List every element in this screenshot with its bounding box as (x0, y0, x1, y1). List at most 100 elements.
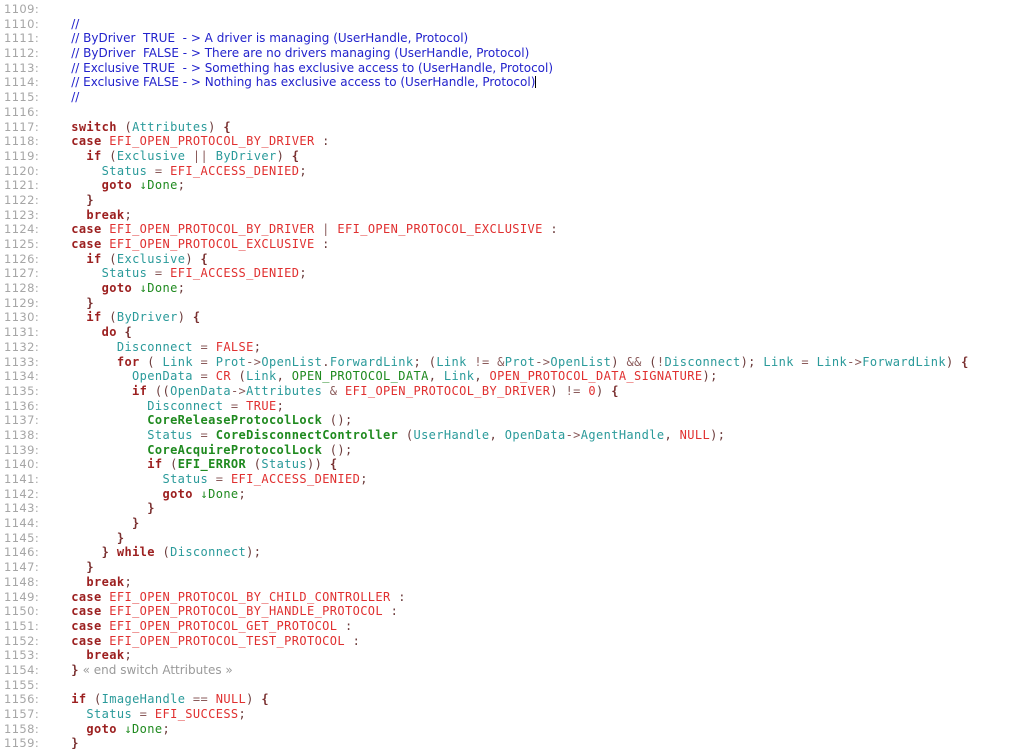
code-line-content[interactable]: } (56, 736, 1032, 751)
code-line[interactable]: 1149: case EFI_OPEN_PROTOCOL_BY_CHILD_CO… (0, 590, 1032, 605)
code-line[interactable]: 1122: } (0, 193, 1032, 208)
code-line-content[interactable]: case EFI_OPEN_PROTOCOL_EXCLUSIVE : (56, 237, 1032, 252)
code-line[interactable]: 1123: break; (0, 208, 1032, 223)
code-line-content[interactable]: if (Exclusive) { (56, 252, 1032, 267)
code-line[interactable]: 1112: // ByDriver FALSE - > There are no… (0, 46, 1032, 61)
code-line-content[interactable]: Status = EFI_SUCCESS; (56, 707, 1032, 722)
code-line[interactable]: 1153: break; (0, 648, 1032, 663)
code-line-content[interactable]: } (56, 560, 1032, 575)
code-line-content[interactable]: if (ImageHandle == NULL) { (56, 692, 1032, 707)
code-line[interactable]: 1110: // (0, 17, 1032, 32)
code-line-content[interactable]: } (56, 531, 1032, 546)
code-line[interactable]: 1147: } (0, 560, 1032, 575)
code-line[interactable]: 1142: goto ↓Done; (0, 487, 1032, 502)
code-line[interactable]: 1113: // Exclusive TRUE - > Something ha… (0, 61, 1032, 76)
code-line-content[interactable]: do { (56, 325, 1032, 340)
code-line-content[interactable]: if ((OpenData->Attributes & EFI_OPEN_PRO… (56, 384, 1032, 399)
code-line[interactable]: 1111: // ByDriver TRUE - > A driver is m… (0, 31, 1032, 46)
code-line[interactable]: 1121: goto ↓Done; (0, 178, 1032, 193)
code-line[interactable]: 1157: Status = EFI_SUCCESS; (0, 707, 1032, 722)
code-line-content[interactable]: goto ↓Done; (56, 487, 1032, 502)
code-line-content[interactable]: case EFI_OPEN_PROTOCOL_TEST_PROTOCOL : (56, 634, 1032, 649)
code-line[interactable]: 1159: } (0, 736, 1032, 751)
code-line-content[interactable]: } while (Disconnect); (56, 545, 1032, 560)
code-line[interactable]: 1119: if (Exclusive || ByDriver) { (0, 149, 1032, 164)
code-line[interactable]: 1133: for ( Link = Prot->OpenList.Forwar… (0, 355, 1032, 370)
code-line-content[interactable]: case EFI_OPEN_PROTOCOL_BY_DRIVER | EFI_O… (56, 222, 1032, 237)
code-line[interactable]: 1135: if ((OpenData->Attributes & EFI_OP… (0, 384, 1032, 399)
code-line-content[interactable]: if (ByDriver) { (56, 310, 1032, 325)
code-line[interactable]: 1151: case EFI_OPEN_PROTOCOL_GET_PROTOCO… (0, 619, 1032, 634)
code-line-content[interactable]: // ByDriver FALSE - > There are no drive… (56, 46, 1032, 61)
code-line[interactable]: 1146: } while (Disconnect); (0, 545, 1032, 560)
code-line[interactable]: 1129: } (0, 296, 1032, 311)
code-line[interactable]: 1115: // (0, 90, 1032, 105)
code-line-content[interactable]: } (56, 516, 1032, 531)
code-line[interactable]: 1154: } « end switch Attributes » (0, 663, 1032, 678)
code-line[interactable]: 1132: Disconnect = FALSE; (0, 340, 1032, 355)
code-line-content[interactable]: // Exclusive TRUE - > Something has excl… (56, 61, 1032, 76)
code-line-content[interactable]: case EFI_OPEN_PROTOCOL_BY_CHILD_CONTROLL… (56, 590, 1032, 605)
code-line-content[interactable]: } « end switch Attributes » (56, 663, 1032, 678)
code-line-content[interactable]: } (56, 193, 1032, 208)
code-editor-viewport[interactable]: 1109: 1110: //1111: // ByDriver TRUE - > … (0, 0, 1032, 750)
code-lines-container[interactable]: 1109: 1110: //1111: // ByDriver TRUE - > … (0, 2, 1032, 751)
code-line-content[interactable]: CoreReleaseProtocolLock (); (56, 413, 1032, 428)
code-line-content[interactable]: Status = EFI_ACCESS_DENIED; (56, 472, 1032, 487)
code-line[interactable]: 1155: (0, 678, 1032, 693)
code-line-content[interactable]: Status = EFI_ACCESS_DENIED; (56, 266, 1032, 281)
code-line-content[interactable]: if (Exclusive || ByDriver) { (56, 149, 1032, 164)
code-line[interactable]: 1127: Status = EFI_ACCESS_DENIED; (0, 266, 1032, 281)
code-line[interactable]: 1156: if (ImageHandle == NULL) { (0, 692, 1032, 707)
code-line-content[interactable]: for ( Link = Prot->OpenList.ForwardLink;… (56, 355, 1032, 370)
code-line-content[interactable]: if (EFI_ERROR (Status)) { (56, 457, 1032, 472)
code-line[interactable]: 1109: (0, 2, 1032, 17)
code-line-content[interactable]: case EFI_OPEN_PROTOCOL_BY_DRIVER : (56, 134, 1032, 149)
code-line[interactable]: 1124: case EFI_OPEN_PROTOCOL_BY_DRIVER |… (0, 222, 1032, 237)
code-line-content[interactable]: Status = EFI_ACCESS_DENIED; (56, 164, 1032, 179)
code-line-content[interactable]: // (56, 17, 1032, 32)
code-line[interactable]: 1139: CoreAcquireProtocolLock (); (0, 443, 1032, 458)
code-line[interactable]: 1138: Status = CoreDisconnectController … (0, 428, 1032, 443)
code-line[interactable]: 1158: goto ↓Done; (0, 722, 1032, 737)
code-line-content[interactable]: break; (56, 575, 1032, 590)
code-line[interactable]: 1128: goto ↓Done; (0, 281, 1032, 296)
code-line[interactable]: 1125: case EFI_OPEN_PROTOCOL_EXCLUSIVE : (0, 237, 1032, 252)
code-line[interactable]: 1141: Status = EFI_ACCESS_DENIED; (0, 472, 1032, 487)
code-line-content[interactable]: } (56, 501, 1032, 516)
code-line-content[interactable]: goto ↓Done; (56, 178, 1032, 193)
code-line-content[interactable]: } (56, 296, 1032, 311)
code-line[interactable]: 1118: case EFI_OPEN_PROTOCOL_BY_DRIVER : (0, 134, 1032, 149)
code-line-content[interactable]: goto ↓Done; (56, 281, 1032, 296)
code-line[interactable]: 1134: OpenData = CR (Link, OPEN_PROTOCOL… (0, 369, 1032, 384)
code-line-content[interactable]: switch (Attributes) { (56, 120, 1032, 135)
code-line-content[interactable]: goto ↓Done; (56, 722, 1032, 737)
code-line[interactable]: 1137: CoreReleaseProtocolLock (); (0, 413, 1032, 428)
code-line[interactable]: 1136: Disconnect = TRUE; (0, 399, 1032, 414)
code-line[interactable]: 1131: do { (0, 325, 1032, 340)
code-line[interactable]: 1120: Status = EFI_ACCESS_DENIED; (0, 164, 1032, 179)
code-line-content[interactable]: break; (56, 208, 1032, 223)
code-line-content[interactable]: case EFI_OPEN_PROTOCOL_GET_PROTOCOL : (56, 619, 1032, 634)
code-line[interactable]: 1143: } (0, 501, 1032, 516)
code-line-content[interactable]: Disconnect = TRUE; (56, 399, 1032, 414)
code-line[interactable]: 1148: break; (0, 575, 1032, 590)
code-line[interactable]: 1114: // Exclusive FALSE - > Nothing has… (0, 75, 1032, 90)
code-line[interactable]: 1130: if (ByDriver) { (0, 310, 1032, 325)
code-line[interactable]: 1144: } (0, 516, 1032, 531)
code-line-content[interactable]: OpenData = CR (Link, OPEN_PROTOCOL_DATA,… (56, 369, 1032, 384)
code-line[interactable]: 1152: case EFI_OPEN_PROTOCOL_TEST_PROTOC… (0, 634, 1032, 649)
code-line[interactable]: 1126: if (Exclusive) { (0, 252, 1032, 267)
code-line-content[interactable]: Status = CoreDisconnectController (UserH… (56, 428, 1032, 443)
code-line[interactable]: 1145: } (0, 531, 1032, 546)
code-line-content[interactable]: CoreAcquireProtocolLock (); (56, 443, 1032, 458)
code-line-content[interactable]: Disconnect = FALSE; (56, 340, 1032, 355)
code-line[interactable]: 1117: switch (Attributes) { (0, 120, 1032, 135)
code-line-content[interactable]: case EFI_OPEN_PROTOCOL_BY_HANDLE_PROTOCO… (56, 604, 1032, 619)
code-line-content[interactable]: // (56, 90, 1032, 105)
code-line-content[interactable]: // ByDriver TRUE - > A driver is managin… (56, 31, 1032, 46)
code-line[interactable]: 1140: if (EFI_ERROR (Status)) { (0, 457, 1032, 472)
code-line[interactable]: 1116: (0, 105, 1032, 120)
code-line-content[interactable]: // Exclusive FALSE - > Nothing has exclu… (56, 75, 1032, 90)
code-line-content[interactable]: break; (56, 648, 1032, 663)
